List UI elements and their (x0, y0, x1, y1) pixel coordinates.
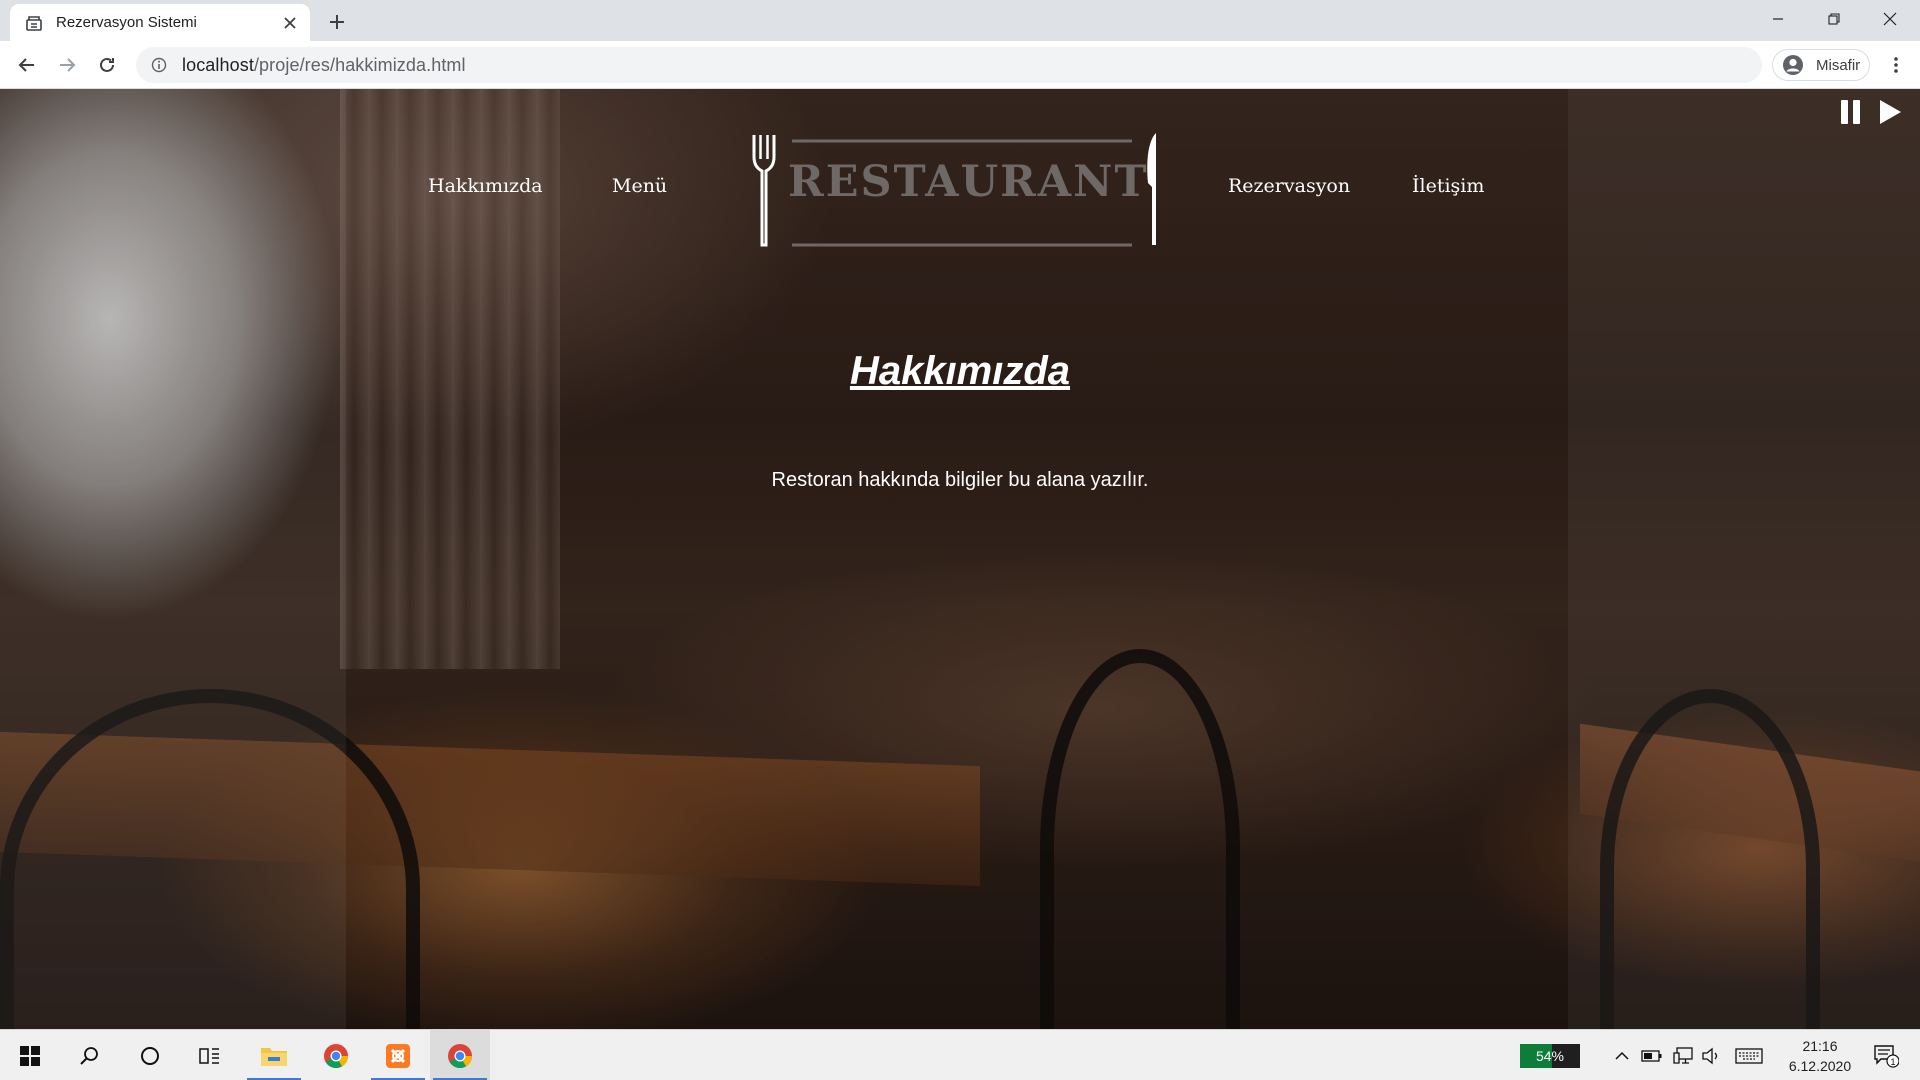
search-icon[interactable] (60, 1030, 120, 1080)
knife-icon (1147, 133, 1156, 245)
page-description: Restoran hakkında bilgiler bu alana yazı… (771, 469, 1149, 491)
nav-link-contact[interactable]: İletişim (1412, 175, 1484, 197)
notification-count: 1 (1890, 1057, 1895, 1067)
keyboard-icon[interactable] (1732, 1030, 1766, 1080)
reload-icon[interactable] (91, 49, 123, 81)
browser-toolbar: localhost/proje/res/hakkimizda.html Misa… (0, 41, 1920, 89)
back-icon[interactable] (11, 49, 43, 81)
profile-label: Misafir (1816, 56, 1861, 74)
background-panel-left (0, 89, 346, 1029)
volume-icon[interactable] (1698, 1030, 1724, 1080)
close-icon[interactable] (278, 11, 302, 35)
notification-icon[interactable]: 1 (1866, 1030, 1906, 1080)
page-title: Hakkımızda (849, 349, 1071, 393)
cortana-icon[interactable] (120, 1030, 180, 1080)
clock-date: 6.12.2020 (1788, 1058, 1852, 1074)
chrome-icon[interactable] (430, 1030, 490, 1080)
nav-link-about[interactable]: Hakkımızda (428, 175, 543, 197)
minimize-icon[interactable] (1750, 0, 1806, 38)
page-viewport: Hakkımızda Menü RESTAURANT Rezervasyon İ… (0, 89, 1920, 1029)
browser-tab[interactable]: Rezervasyon Sistemi (10, 4, 310, 41)
battery-icon[interactable] (1638, 1030, 1666, 1080)
network-icon[interactable] (1670, 1030, 1696, 1080)
chrome-icon[interactable] (306, 1030, 366, 1080)
play-icon[interactable] (1876, 97, 1904, 127)
maximize-icon[interactable] (1806, 0, 1862, 38)
forward-icon[interactable] (51, 49, 83, 81)
background-panel-right (1568, 89, 1920, 1029)
more-vert-icon[interactable] (1880, 49, 1912, 81)
chevron-up-icon[interactable] (1610, 1030, 1634, 1080)
windows-taskbar: 54% 21:16 6.12.2020 1 (0, 1029, 1920, 1080)
windows-icon[interactable] (0, 1030, 60, 1080)
fork-icon (752, 135, 776, 247)
file-explorer-icon[interactable] (244, 1030, 304, 1080)
nav-link-reservation[interactable]: Rezervasyon (1228, 175, 1350, 197)
url-path: /proje/res/hakkimizda.html (253, 54, 466, 75)
restaurant-logo[interactable]: RESTAURANT (748, 131, 1164, 249)
info-icon[interactable] (150, 56, 168, 74)
xampp-icon[interactable] (368, 1030, 428, 1080)
system-clock[interactable]: 21:16 6.12.2020 (1770, 1036, 1870, 1076)
battery-percentage: 54% (1535, 1048, 1565, 1064)
restaurant-favicon-icon (24, 13, 44, 33)
url-host: localhost (182, 54, 254, 75)
logo-text: RESTAURANT (788, 157, 1149, 207)
avatar-icon (1782, 54, 1804, 76)
clock-time: 21:16 (1802, 1038, 1838, 1054)
task-view-icon[interactable] (180, 1030, 240, 1080)
plus-icon[interactable] (322, 7, 352, 37)
close-icon[interactable] (1862, 0, 1918, 38)
pause-icon[interactable] (1838, 97, 1864, 127)
tab-title: Rezervasyon Sistemi (56, 14, 197, 31)
battery-percentage-badge: 54% (1520, 1044, 1580, 1068)
url-text: localhost/proje/res/hakkimizda.html (182, 55, 466, 76)
nav-link-menu[interactable]: Menü (612, 175, 667, 197)
browser-tab-strip: Rezervasyon Sistemi (0, 0, 1920, 41)
profile-button[interactable]: Misafir (1772, 49, 1870, 81)
address-bar[interactable]: localhost/proje/res/hakkimizda.html (136, 47, 1762, 83)
